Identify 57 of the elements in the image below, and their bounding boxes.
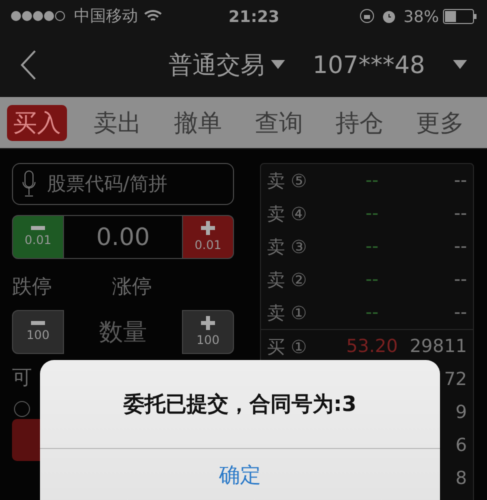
rotation-lock-icon xyxy=(359,8,376,24)
sell-volume: -- xyxy=(453,302,467,323)
order-level-label: 卖 ① xyxy=(267,302,308,324)
sell-price: -- xyxy=(364,269,380,290)
microphone-icon xyxy=(22,170,36,198)
account-dropdown[interactable]: 107***48 xyxy=(312,50,425,78)
tab[interactable]: 更多 xyxy=(410,104,470,140)
search-field[interactable]: 股票代码/简拼 xyxy=(12,163,234,205)
sell-price: -- xyxy=(364,236,380,257)
battery-percent: 38% xyxy=(403,6,439,26)
order-level-label: 卖 ⑤ xyxy=(267,170,308,192)
sell-volume: -- xyxy=(453,269,467,290)
price-decrease-button[interactable]: 0.01 xyxy=(12,215,64,259)
buy-price: 53.20 xyxy=(345,336,399,357)
minus-icon xyxy=(31,226,45,230)
caret-icon xyxy=(453,60,467,69)
alarm-icon xyxy=(381,8,398,24)
quantity-decrease-button[interactable]: 100 xyxy=(12,310,64,354)
carrier-name: 中国移动 xyxy=(74,6,138,26)
tab[interactable]: 持仓 xyxy=(329,104,390,140)
caret-icon xyxy=(270,60,285,69)
back-icon[interactable] xyxy=(20,50,36,80)
order-level-label: 买 ① xyxy=(267,336,308,358)
radio-button[interactable] xyxy=(14,401,30,417)
battery-icon xyxy=(443,8,477,24)
tab[interactable]: 查询 xyxy=(248,104,309,140)
confirm-button[interactable]: 确定 xyxy=(199,443,281,500)
limit-label: 涨停 xyxy=(112,273,152,300)
minus-icon xyxy=(31,320,45,324)
sell-price: -- xyxy=(364,203,380,224)
tab[interactable]: 买入 xyxy=(7,104,67,140)
buy-volume: 72 xyxy=(443,369,467,390)
mode-dropdown[interactable]: 普通交易 xyxy=(168,48,265,80)
order-level-label: 卖 ③ xyxy=(267,236,308,258)
plus-icon xyxy=(201,316,215,330)
buy-volume: 9 xyxy=(454,402,467,423)
sell-volume: -- xyxy=(453,203,467,224)
quantity-increase-button[interactable]: 100 xyxy=(182,310,234,354)
available-label: 可 xyxy=(12,365,32,389)
plus-icon xyxy=(201,220,215,234)
clock-time: 21:23 xyxy=(228,6,280,26)
sell-volume: -- xyxy=(453,236,467,257)
order-level-label: 卖 ② xyxy=(267,268,308,292)
order-level-label: 卖 ④ xyxy=(267,202,308,226)
alert-message: 委托已提交，合同号为:3 xyxy=(123,391,356,418)
limit-label: 跌停 xyxy=(12,273,52,300)
price-increase-button[interactable]: 0.01 xyxy=(182,215,234,259)
sell-volume: -- xyxy=(453,170,467,191)
wifi-icon xyxy=(144,9,162,23)
buy-volume: 29811 xyxy=(408,336,467,357)
tab[interactable]: 卖出 xyxy=(88,104,148,140)
tab[interactable]: 撤单 xyxy=(168,104,228,140)
price-field[interactable]: 0.00 xyxy=(64,215,182,259)
sell-price: -- xyxy=(364,302,380,323)
buy-volume: 6 xyxy=(454,435,467,456)
buy-volume: 8 xyxy=(454,468,467,489)
sell-price: -- xyxy=(364,170,380,191)
